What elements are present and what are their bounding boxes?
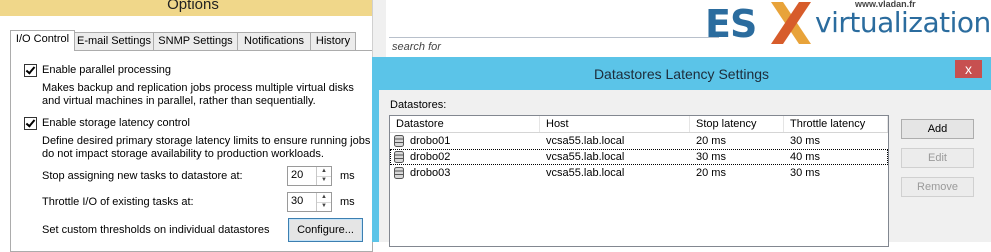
- cell-datastore: drobo01: [410, 135, 451, 147]
- close-button[interactable]: x: [955, 60, 982, 78]
- search-underline: [389, 37, 719, 38]
- column-header-host[interactable]: Host: [540, 116, 690, 132]
- latency-dialog-title: Datastores Latency Settings: [593, 66, 770, 82]
- datastore-icon: [394, 151, 404, 163]
- options-dialog: Options I/O Control E-mail Settings SNMP…: [0, 0, 386, 252]
- cell-host: vcsa55.lab.local: [546, 151, 625, 163]
- datastore-icon: [394, 135, 404, 147]
- storage-latency-checkbox[interactable]: [24, 117, 37, 130]
- column-header-throttle-latency[interactable]: Throttle latency: [784, 116, 888, 132]
- cell-host: vcsa55.lab.local: [546, 167, 625, 179]
- throttle-value: 30: [291, 195, 304, 207]
- table-row[interactable]: drobo01 vcsa55.lab.local 20 ms 30 ms: [390, 133, 888, 149]
- latency-dialog-body: Datastores: Datastore Host Stop latency …: [379, 90, 991, 247]
- cell-host: vcsa55.lab.local: [546, 135, 625, 147]
- storage-latency-label: Enable storage latency control: [42, 117, 190, 129]
- latency-settings-dialog: Datastores Latency Settings x Datastores…: [372, 57, 991, 247]
- chevron-down-icon[interactable]: ▼: [317, 202, 331, 211]
- search-input[interactable]: search for: [392, 41, 441, 53]
- parallel-processing-desc-line1: Makes backup and replication jobs proces…: [42, 82, 354, 94]
- options-title: Options: [167, 0, 219, 13]
- datastores-label: Datastores:: [390, 99, 447, 111]
- stop-assigning-arrows: ▲ ▼: [316, 167, 331, 185]
- logo-x-icon: [771, 2, 811, 44]
- remove-button[interactable]: Remove: [901, 177, 974, 197]
- logo-es: ES: [705, 2, 757, 46]
- throttle-stepper[interactable]: 30 ▲ ▼: [287, 192, 332, 212]
- edit-button[interactable]: Edit: [901, 148, 974, 168]
- parallel-processing-checkbox[interactable]: [24, 64, 37, 77]
- storage-latency-desc-line1: Define desired primary storage latency l…: [42, 135, 371, 147]
- parallel-processing-label: Enable parallel processing: [42, 64, 172, 76]
- tab-io-control[interactable]: I/O Control: [10, 30, 75, 51]
- throttle-label: Throttle I/O of existing tasks at:: [42, 196, 194, 208]
- stop-assigning-unit: ms: [340, 170, 355, 182]
- custom-thresholds-label: Set custom thresholds on individual data…: [42, 224, 270, 236]
- stop-assigning-stepper[interactable]: 20 ▲ ▼: [287, 166, 332, 186]
- configure-button[interactable]: Configure...: [288, 218, 363, 242]
- datastores-list[interactable]: Datastore Host Stop latency Throttle lat…: [389, 115, 889, 247]
- tab-notifications[interactable]: Notifications: [237, 32, 311, 50]
- throttle-unit: ms: [340, 196, 355, 208]
- datastore-icon: [394, 167, 404, 179]
- add-button[interactable]: Add: [901, 119, 974, 139]
- table-row[interactable]: drobo03 vcsa55.lab.local 20 ms 30 ms: [390, 165, 888, 181]
- cell-datastore: drobo02: [410, 151, 451, 163]
- cell-stop-latency: 20 ms: [696, 167, 726, 179]
- cell-throttle-latency: 40 ms: [790, 151, 820, 163]
- parallel-processing-desc-line2: and virtual machines in parallel, rather…: [42, 95, 316, 107]
- table-row[interactable]: drobo02 vcsa55.lab.local 30 ms 40 ms: [390, 149, 888, 165]
- logo: ES virtualization www.vladan.fr: [705, 0, 991, 46]
- tab-email-settings[interactable]: E-mail Settings: [74, 32, 154, 50]
- list-header: Datastore Host Stop latency Throttle lat…: [390, 116, 888, 133]
- cell-datastore: drobo03: [410, 167, 451, 179]
- cell-stop-latency: 20 ms: [696, 135, 726, 147]
- tab-history[interactable]: History: [310, 32, 356, 50]
- tab-snmp-settings[interactable]: SNMP Settings: [153, 32, 238, 50]
- cell-throttle-latency: 30 ms: [790, 135, 820, 147]
- stop-assigning-value: 20: [291, 169, 304, 181]
- logo-virtualization: virtualization: [815, 6, 991, 39]
- close-icon: x: [965, 61, 972, 77]
- cell-throttle-latency: 30 ms: [790, 167, 820, 179]
- logo-site: www.vladan.fr: [855, 0, 916, 9]
- storage-latency-desc-line2: do not impact storage availability to pr…: [42, 148, 324, 160]
- column-header-datastore[interactable]: Datastore: [390, 116, 540, 132]
- throttle-arrows: ▲ ▼: [316, 193, 331, 211]
- column-header-stop-latency[interactable]: Stop latency: [690, 116, 784, 132]
- chevron-down-icon[interactable]: ▼: [317, 176, 331, 185]
- cell-stop-latency: 30 ms: [696, 151, 726, 163]
- stop-assigning-label: Stop assigning new tasks to datastore at…: [42, 170, 243, 182]
